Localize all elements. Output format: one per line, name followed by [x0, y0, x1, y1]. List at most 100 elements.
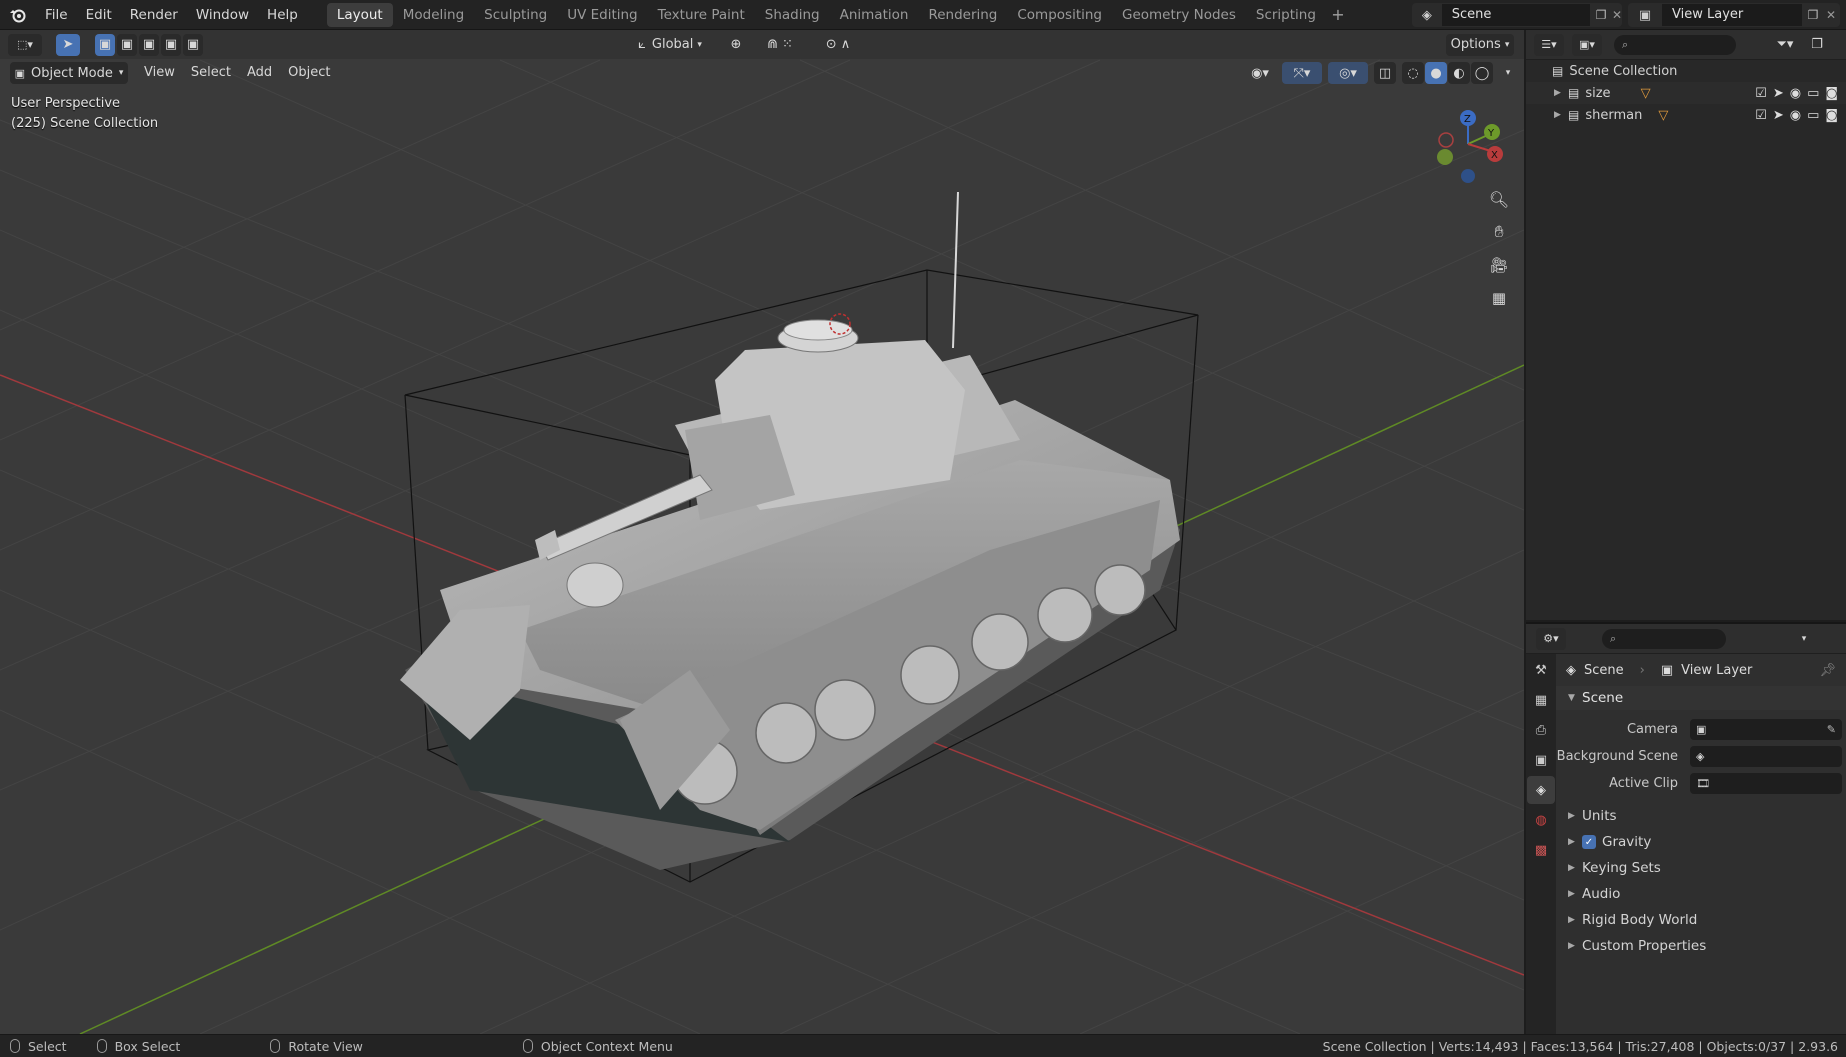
filter-button[interactable]: ⏷▾ — [1770, 34, 1800, 56]
properties-editor-type-button[interactable]: ⚙▾ — [1536, 627, 1566, 650]
material-shading-icon[interactable]: ◐ — [1448, 62, 1470, 84]
camera-field[interactable]: ▣ ✎ — [1690, 719, 1842, 740]
select-intersect-icon[interactable]: ▣ — [183, 33, 203, 56]
scene-name-field[interactable]: Scene — [1441, 4, 1591, 26]
select-invert-icon[interactable]: ▣ — [161, 33, 181, 56]
world-tab-icon[interactable]: ◍ — [1527, 806, 1555, 834]
audio-section[interactable]: ▶ Audio — [1556, 881, 1846, 907]
gravity-checkbox[interactable]: ✓ — [1582, 835, 1596, 849]
overlay-toggle[interactable]: ◎▾ — [1328, 62, 1368, 84]
camera-render-icon[interactable]: ◙ — [1825, 86, 1838, 101]
active-clip-field[interactable]: 🎞︎ — [1690, 773, 1842, 794]
menu-select[interactable]: Select — [183, 62, 239, 84]
display-mode-button[interactable]: ▣▾ — [1572, 33, 1602, 56]
tab-uv-editing[interactable]: UV Editing — [557, 3, 647, 27]
tab-compositing[interactable]: Compositing — [1007, 3, 1112, 27]
select-extend-icon[interactable]: ▣ — [117, 33, 137, 56]
properties-options-button[interactable]: ▾ — [1794, 628, 1814, 650]
remove-view-layer-icon[interactable]: ✕ — [1824, 8, 1838, 22]
view-layer-name-field[interactable]: View Layer — [1662, 4, 1802, 26]
editor-type-button[interactable]: ⬚▾ — [8, 33, 42, 56]
add-workspace-button[interactable]: + — [1326, 3, 1350, 27]
rigid-body-world-section[interactable]: ▶ Rigid Body World — [1556, 907, 1846, 933]
new-view-layer-icon[interactable]: ❐ — [1802, 8, 1824, 22]
menu-file[interactable]: File — [36, 0, 77, 30]
menu-render[interactable]: Render — [121, 0, 187, 30]
select-new-icon[interactable]: ▣ — [95, 33, 115, 56]
select-tool-button[interactable]: ➤ — [56, 33, 80, 56]
properties-search-input[interactable]: ⌕ — [1602, 628, 1726, 649]
wireframe-shading-icon[interactable]: ◌ — [1402, 62, 1424, 84]
eye-icon[interactable]: ◉ — [1790, 108, 1801, 123]
pin-icon[interactable]: 📌︎ — [1819, 663, 1836, 678]
tab-sculpting[interactable]: Sculpting — [474, 3, 557, 27]
tank-model[interactable] — [400, 191, 1180, 870]
tab-layout[interactable]: Layout — [326, 2, 393, 27]
tab-modeling[interactable]: Modeling — [393, 3, 474, 27]
shading-options-dropdown[interactable]: ▾ — [1499, 62, 1517, 84]
tab-geometry-nodes[interactable]: Geometry Nodes — [1112, 3, 1246, 27]
menu-add[interactable]: Add — [239, 62, 280, 84]
tab-shading[interactable]: Shading — [755, 3, 830, 27]
perspective-toggle-icon[interactable]: ▦ — [1484, 283, 1514, 313]
selectable-arrow-icon[interactable]: ➤ — [1773, 86, 1784, 101]
scene-selector[interactable]: ◈ Scene ❐ ✕ — [1412, 3, 1622, 27]
solid-shading-icon[interactable]: ● — [1425, 62, 1447, 84]
tool-tab-icon[interactable]: ⚒ — [1527, 656, 1555, 684]
include-checkbox-icon[interactable]: ☑ — [1755, 86, 1767, 101]
blender-logo-icon[interactable] — [0, 0, 36, 30]
menu-edit[interactable]: Edit — [77, 0, 121, 30]
gravity-section[interactable]: ▶ ✓ Gravity — [1556, 829, 1846, 855]
transform-orientation-dropdown[interactable]: ⟀ Global ▾ — [628, 34, 712, 56]
outliner-item-size[interactable]: ▶ ▤ size ▽ ☑ ➤ ◉ ▭ ◙ — [1526, 82, 1846, 104]
view-layer-selector[interactable]: ▣ View Layer ❐ ✕ — [1628, 3, 1840, 27]
zoom-icon[interactable]: 🔍︎ — [1484, 184, 1514, 214]
expand-arrow-icon[interactable]: ▶ — [1554, 110, 1568, 120]
texture-tab-icon[interactable]: ▩ — [1527, 836, 1555, 864]
tab-scripting[interactable]: Scripting — [1246, 3, 1326, 27]
tab-rendering[interactable]: Rendering — [918, 3, 1007, 27]
keying-sets-section[interactable]: ▶ Keying Sets — [1556, 855, 1846, 881]
pan-hand-icon[interactable]: ✋︎ — [1484, 217, 1514, 247]
eye-icon[interactable]: ◉ — [1790, 86, 1801, 101]
scene-section-header[interactable]: ▼ Scene — [1556, 686, 1846, 710]
monitor-icon[interactable]: ▭ — [1807, 86, 1819, 101]
menu-help[interactable]: Help — [258, 0, 307, 30]
camera-render-icon[interactable]: ◙ — [1825, 108, 1838, 123]
scene-tab-icon[interactable]: ◈ — [1527, 776, 1555, 804]
output-tab-icon[interactable]: ⎙ — [1527, 716, 1555, 744]
include-checkbox-icon[interactable]: ☑ — [1755, 108, 1767, 123]
selectable-arrow-icon[interactable]: ➤ — [1773, 108, 1784, 123]
menu-object[interactable]: Object — [280, 62, 338, 84]
rendered-shading-icon[interactable]: ◯ — [1471, 62, 1493, 84]
monitor-icon[interactable]: ▭ — [1807, 108, 1819, 123]
new-collection-button[interactable]: ❐ — [1806, 34, 1828, 56]
units-section[interactable]: ▶ Units — [1556, 803, 1846, 829]
camera-view-icon[interactable]: 🎥︎ — [1484, 250, 1514, 280]
background-scene-field[interactable]: ◈ — [1690, 746, 1842, 767]
tab-texture-paint[interactable]: Texture Paint — [648, 3, 755, 27]
navigation-gizmo[interactable]: Z Y X — [1424, 98, 1504, 188]
outliner-item-sherman[interactable]: ▶ ▤ sherman ▽ ☑ ➤ ◉ ▭ ◙ — [1526, 104, 1846, 126]
mode-dropdown[interactable]: ▣ Object Mode ▾ — [10, 62, 128, 84]
options-dropdown[interactable]: Options ▾ — [1446, 33, 1514, 56]
menu-view[interactable]: View — [136, 62, 183, 84]
visibility-dropdown[interactable]: ◉▾ — [1244, 62, 1276, 84]
outliner-scene-collection[interactable]: ▤ Scene Collection — [1526, 60, 1846, 82]
xray-toggle[interactable]: ◫ — [1374, 62, 1396, 84]
proportional-editing-button[interactable]: ⊙ ∧ — [816, 34, 860, 56]
tab-animation[interactable]: Animation — [830, 3, 919, 27]
gizmo-toggle[interactable]: ⤧▾ — [1282, 62, 1322, 84]
remove-scene-icon[interactable]: ✕ — [1612, 8, 1622, 22]
new-scene-icon[interactable]: ❐ — [1590, 8, 1612, 22]
pivot-point-button[interactable]: ⊕ — [720, 34, 752, 56]
expand-arrow-icon[interactable]: ▶ — [1554, 88, 1568, 98]
outliner-search-input[interactable]: ⌕ — [1614, 34, 1736, 55]
select-subtract-icon[interactable]: ▣ — [139, 33, 159, 56]
view-layer-tab-icon[interactable]: ▣ — [1527, 746, 1555, 774]
3d-viewport[interactable]: ⬚▾ ➤ ▣ ▣ ▣ ▣ ▣ ⟀ Global ▾ ⊕ ⋒ ⁙ ⊙ ∧ Opti… — [0, 30, 1524, 1034]
custom-properties-section[interactable]: ▶ Custom Properties — [1556, 933, 1846, 959]
snapping-button[interactable]: ⋒ ⁙ — [758, 34, 802, 56]
outliner-editor-type-button[interactable]: ☰▾ — [1534, 33, 1564, 56]
menu-window[interactable]: Window — [187, 0, 258, 30]
